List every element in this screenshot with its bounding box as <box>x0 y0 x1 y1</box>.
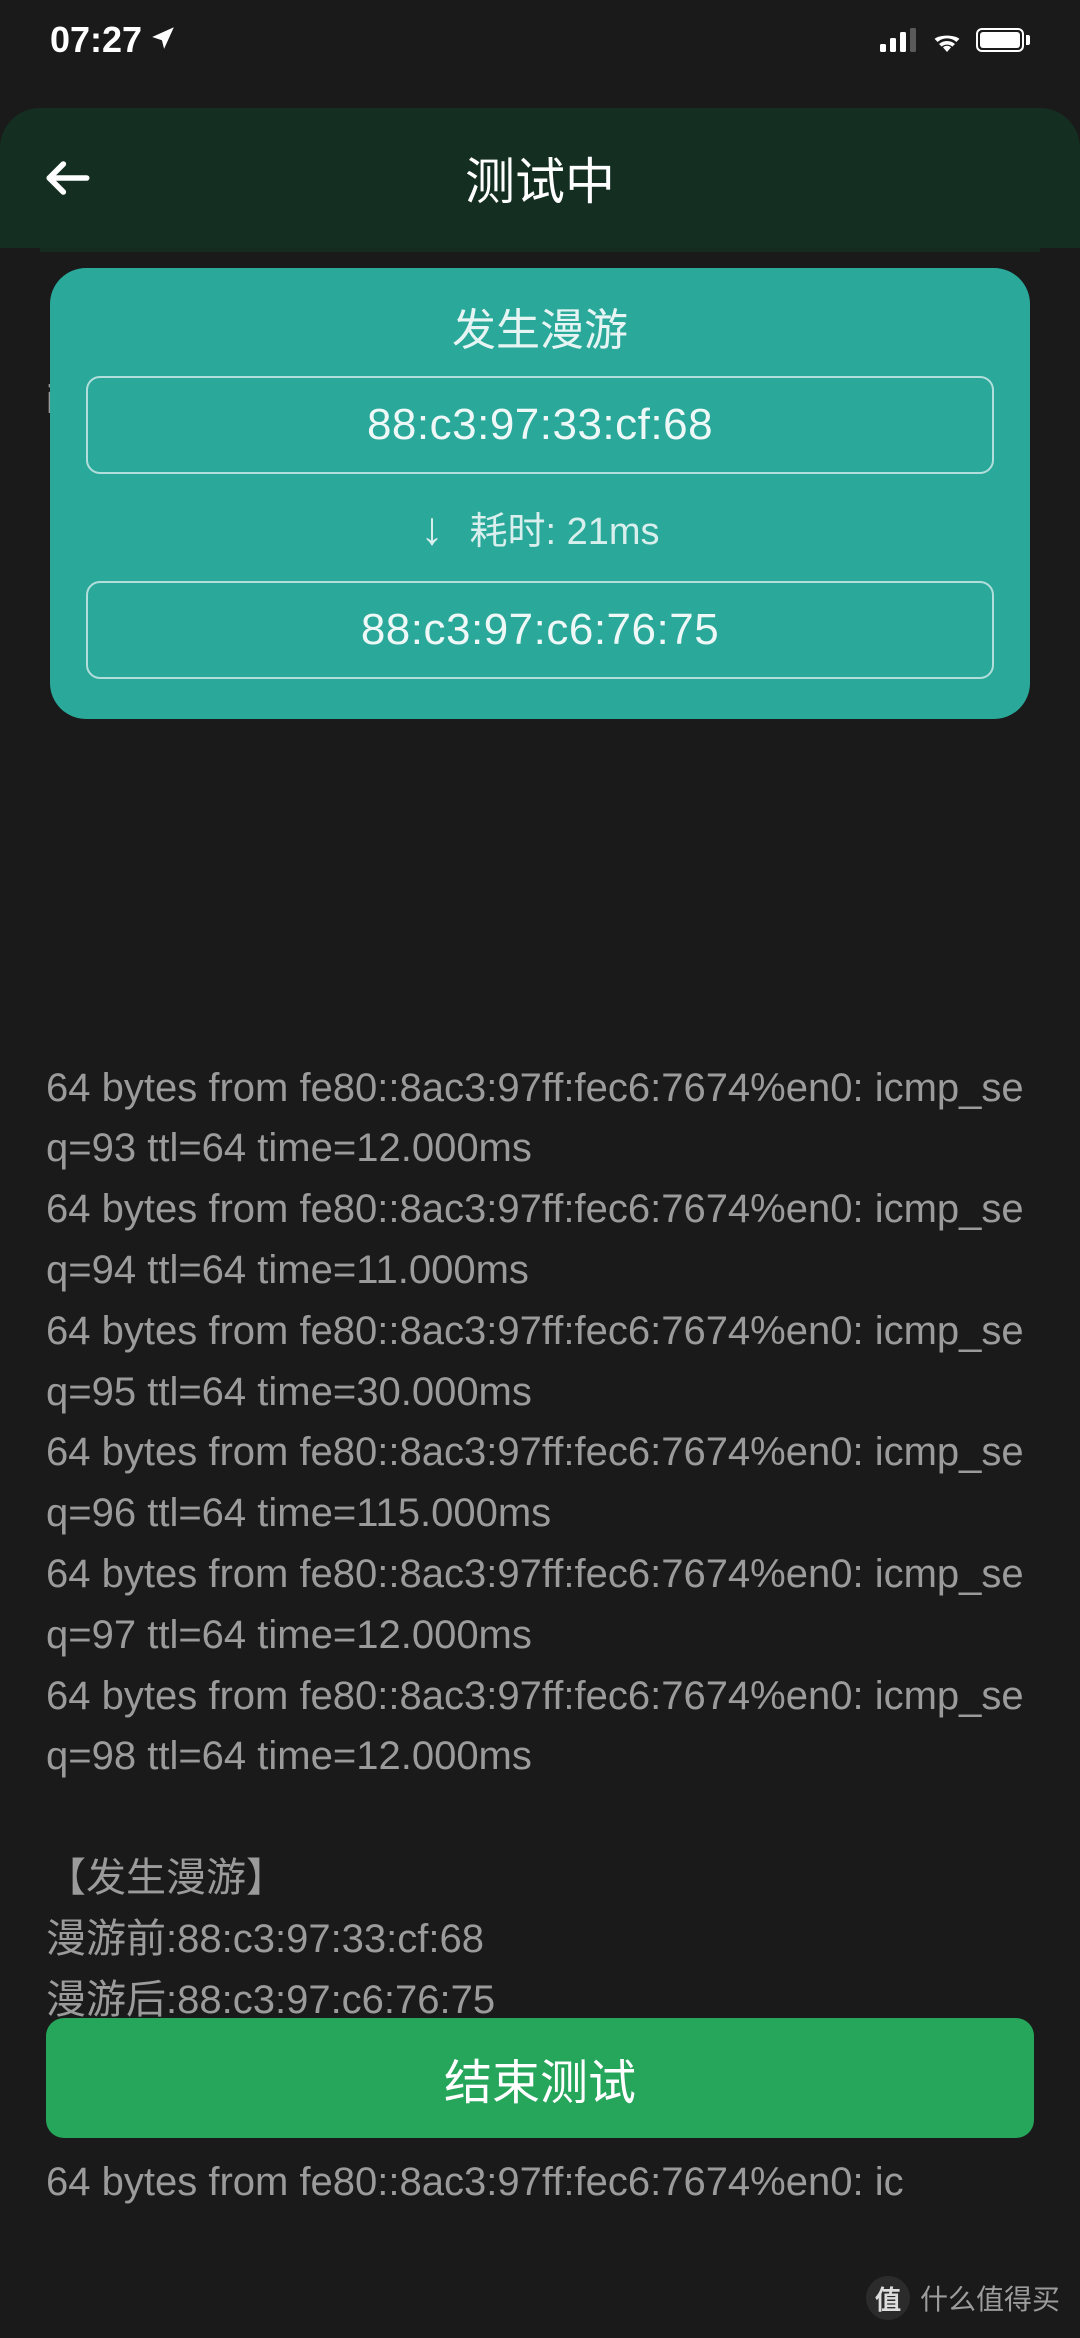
roaming-mac-from: 88:c3:97:33:cf:68 <box>86 376 994 474</box>
cellular-icon <box>880 19 918 61</box>
location-arrow-icon <box>150 17 176 59</box>
status-time: 07:27 <box>50 19 142 61</box>
roaming-elapsed: 耗时: 21ms <box>469 500 659 555</box>
page-title: 测试中 <box>40 142 1040 214</box>
roaming-popup-title: 发生漫游 <box>86 294 994 358</box>
roaming-mac-to: 88:c3:97:c6:76:75 <box>86 581 994 679</box>
battery-icon <box>976 28 1030 52</box>
status-bar: 07:27 <box>0 0 1080 80</box>
roaming-popup: 发生漫游 88:c3:97:33:cf:68 ↓ 耗时: 21ms 88:c3:… <box>50 268 1030 719</box>
watermark-text: 什么值得买 <box>920 2278 1060 2318</box>
arrow-down-icon: ↓ <box>420 501 443 555</box>
watermark: 值 什么值得买 <box>866 2276 1060 2320</box>
watermark-badge-icon: 值 <box>866 2276 910 2320</box>
wifi-icon <box>930 19 964 61</box>
end-test-button[interactable]: 结束测试 <box>46 2018 1034 2138</box>
app-header: 测试中 <box>0 108 1080 248</box>
